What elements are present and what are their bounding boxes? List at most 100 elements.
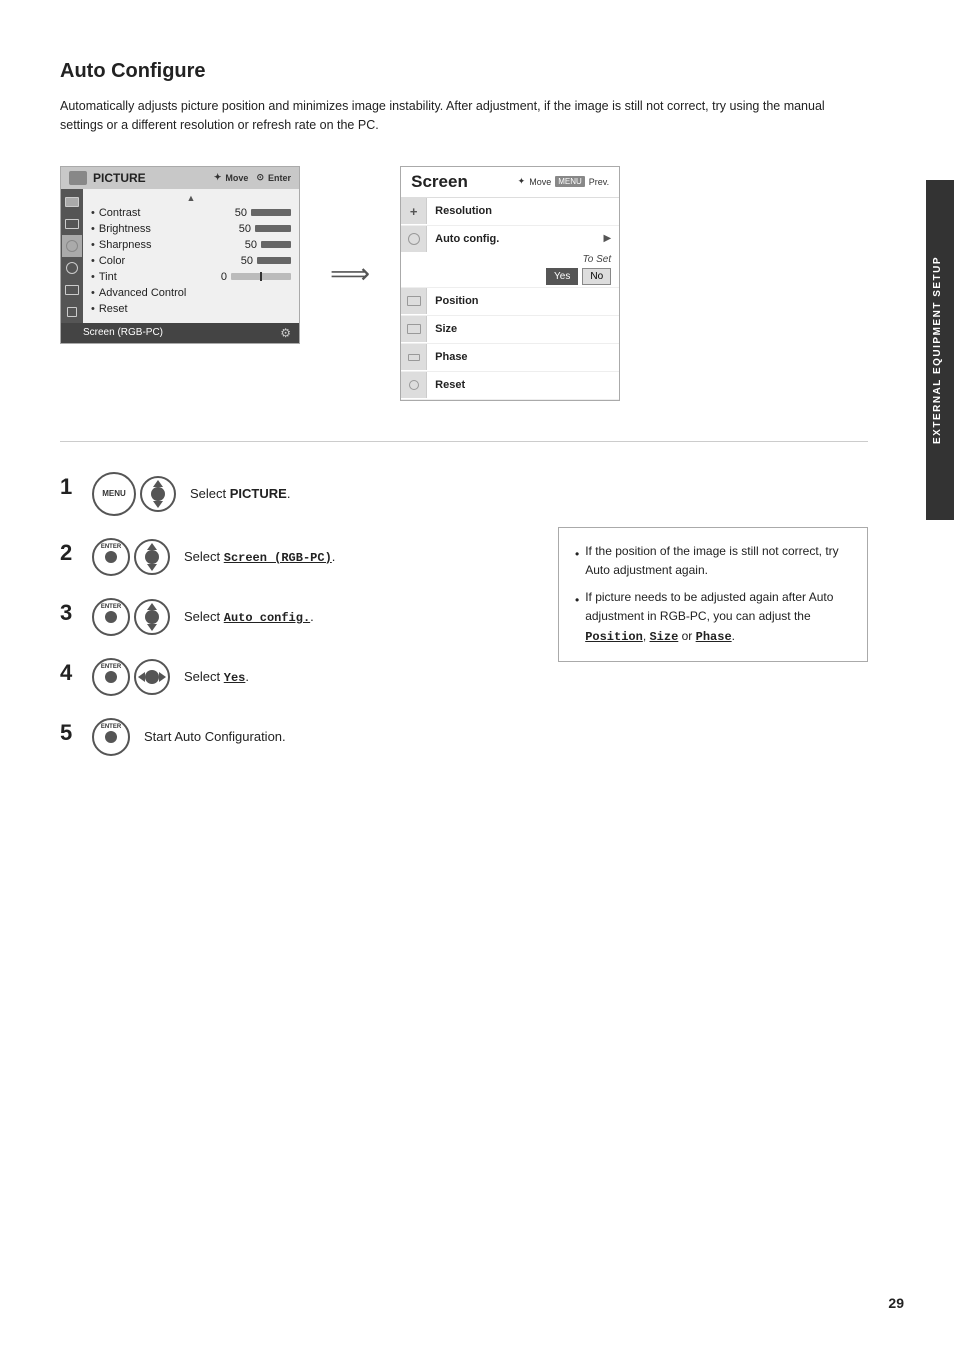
- tint-bar: [231, 273, 291, 280]
- nav-up-icon: [147, 603, 157, 610]
- nav-center: [145, 550, 159, 564]
- step-2-icons: ENTER: [92, 538, 170, 576]
- menu-item-sharpness: • Sharpness 50: [91, 237, 291, 253]
- to-set-area: To Set Yes No: [401, 252, 619, 287]
- menu-bottom-bar: Screen (RGB-PC) ⚙: [61, 323, 299, 343]
- screen-item-phase: Phase: [401, 344, 619, 372]
- resolution-icon: +: [401, 198, 427, 224]
- size-label: Size: [427, 319, 619, 339]
- screen-panel: Screen ✦ Move MENU Prev. + Resolution: [400, 166, 620, 401]
- nav-down-icon: [147, 564, 157, 571]
- icon-settings4: [62, 279, 82, 301]
- note-text-2: If picture needs to be adjusted again af…: [585, 588, 851, 647]
- side-tab-label: EXTERNAL EQUIPMENT SETUP: [926, 180, 954, 520]
- nav-center: [145, 610, 159, 624]
- enter-label: ENTER: [101, 544, 121, 550]
- reset-circle-icon: [409, 380, 419, 390]
- screen-item-size: Size: [401, 316, 619, 344]
- enter-center-icon: [105, 671, 117, 683]
- note-text-1: If the position of the image is still no…: [585, 542, 851, 580]
- reset-label: Reset: [427, 375, 619, 395]
- icon-picture: [62, 191, 82, 213]
- nav-button-3[interactable]: [134, 599, 170, 635]
- section-divider: [60, 441, 868, 442]
- step-3: 3 ENTER Select Auto config..: [60, 598, 518, 636]
- yes-button[interactable]: Yes: [546, 268, 578, 285]
- position-label: Position: [427, 291, 619, 311]
- step-3-text: Select Auto config..: [184, 609, 314, 625]
- page-number: 29: [888, 1295, 904, 1311]
- step-5-icons: ENTER: [92, 718, 130, 756]
- step-number-4: 4: [60, 660, 78, 686]
- menu-item-reset: • Reset: [91, 301, 291, 317]
- nav-down-icon: [147, 624, 157, 631]
- enter-hint-icon: ⊙: [256, 172, 264, 183]
- icon-settings1: [62, 213, 82, 235]
- scroll-up-indicator: ▲: [91, 193, 291, 203]
- page-title: Auto Configure: [60, 60, 868, 83]
- step-5: 5 ENTER Start Auto Configuration.: [60, 718, 518, 756]
- step-1: 1 MENU Select PICTURE.: [60, 472, 518, 516]
- screen-move-icon: ✦: [518, 176, 526, 187]
- screen-items-list: + Resolution Auto config. ▶ To Set: [401, 198, 619, 400]
- enter-label: ENTER: [101, 604, 121, 610]
- gear-icon: ⚙: [280, 326, 291, 340]
- step-4-icons: ENTER: [92, 658, 170, 696]
- move-arrows-icon: ✦: [214, 172, 222, 183]
- step-number-1: 1: [60, 474, 78, 500]
- sharpness-bar: [261, 241, 291, 248]
- menu-button[interactable]: MENU: [92, 472, 136, 516]
- screen-item-position: Position: [401, 288, 619, 316]
- steps-list: 1 MENU Select PICTURE. 2: [60, 472, 518, 778]
- phase-icon: [401, 344, 427, 370]
- reset-icon: [401, 372, 427, 398]
- screen-item-autoconfig: Auto config. ▶ To Set Yes No: [401, 226, 619, 288]
- enter-label: ENTER: [101, 724, 121, 730]
- icon-settings2: [62, 235, 82, 257]
- size-icon: [401, 316, 427, 342]
- contrast-bar: [251, 209, 291, 216]
- note-box: • If the position of the image is still …: [558, 527, 868, 662]
- tint-marker: [260, 272, 262, 281]
- step-5-text: Start Auto Configuration.: [144, 729, 286, 744]
- nav-center: [151, 487, 165, 501]
- nav-left-icon: [138, 672, 145, 682]
- brightness-bar: [255, 225, 291, 232]
- menu-item-advanced-control: • Advanced Control: [91, 285, 291, 301]
- note-bullet-2: •: [575, 591, 579, 610]
- contrast-value: 50: [227, 207, 247, 219]
- no-button[interactable]: No: [582, 268, 611, 285]
- enter-button-2[interactable]: ENTER: [92, 538, 130, 576]
- nav-down-icon: [153, 501, 163, 508]
- enter-button-5[interactable]: ENTER: [92, 718, 130, 756]
- yes-no-buttons: Yes No: [546, 268, 611, 285]
- phase-rect-icon: [408, 354, 420, 361]
- lr-nav-button-4[interactable]: [134, 659, 170, 695]
- menu-label-badge: MENU: [555, 176, 585, 187]
- size-rect-icon: [407, 324, 421, 334]
- screen-rgb-label: Screen (RGB-PC): [83, 327, 163, 338]
- resolution-label: Resolution: [427, 201, 619, 221]
- step-4-text: Select Yes.: [184, 669, 249, 685]
- step-3-icons: ENTER: [92, 598, 170, 636]
- arrow-right: ⟹: [330, 257, 370, 290]
- nav-button-1[interactable]: [140, 476, 176, 512]
- contrast-label: Contrast: [99, 207, 227, 219]
- autoconfig-circle-icon: [408, 233, 420, 245]
- step-number-5: 5: [60, 720, 78, 746]
- step-2-text: Select Screen (RGB-PC).: [184, 549, 335, 565]
- enter-center-icon: [105, 551, 117, 563]
- screen-panel-title: Screen: [411, 172, 468, 192]
- enter-label: ENTER: [101, 664, 121, 670]
- enter-button-4[interactable]: ENTER: [92, 658, 130, 696]
- menu-button-label: MENU: [102, 489, 126, 498]
- menu-item-contrast: • Contrast 50: [91, 205, 291, 221]
- bullet: •: [91, 207, 95, 219]
- enter-button-3[interactable]: ENTER: [92, 598, 130, 636]
- nav-button-2[interactable]: [134, 539, 170, 575]
- menu-item-brightness: • Brightness 50: [91, 221, 291, 237]
- enter-center-icon: [105, 611, 117, 623]
- autoconfig-label: Auto config.: [427, 229, 603, 249]
- step-1-icons: MENU: [92, 472, 176, 516]
- step-number-2: 2: [60, 540, 78, 566]
